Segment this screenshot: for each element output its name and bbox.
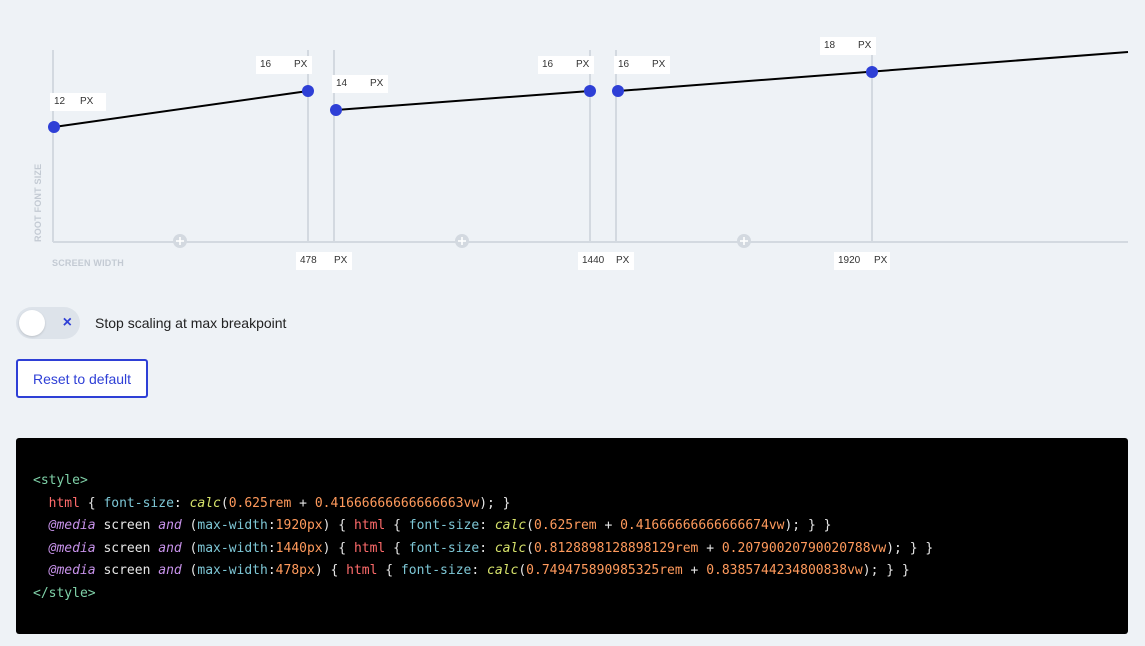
generated-css-code-block[interactable]: <style> html { font-size: calc(0.625rem … (16, 438, 1128, 634)
code-media-feature: max-width (197, 563, 268, 578)
code-operator: + (706, 540, 715, 556)
breakpoint-value: 478 (300, 255, 317, 266)
font-size-value: 16 (618, 59, 630, 70)
font-size-input[interactable]: 16 PX (614, 56, 670, 74)
unit-label: PX (576, 59, 590, 70)
scale-point-handle[interactable] (302, 85, 314, 97)
code-value: 478px (275, 563, 315, 578)
code-operator: + (604, 518, 613, 533)
code-line: <style> (33, 470, 1111, 493)
code-media-type: screen (103, 518, 151, 533)
breakpoint-width-input[interactable]: 1920 PX (834, 252, 890, 270)
font-size-input[interactable]: 16 PX (538, 56, 594, 74)
code-at-rule: @media (48, 540, 96, 556)
code-operator: + (299, 495, 307, 511)
font-size-value: 12 (54, 96, 66, 107)
x-axis-label: SCREEN WIDTH (52, 258, 124, 268)
code-keyword: and (158, 518, 182, 533)
unit-label: PX (652, 59, 666, 70)
unit-label: PX (80, 96, 94, 107)
scale-point-handle[interactable] (48, 121, 60, 133)
code-value: 0.41666666666666663vw (314, 495, 480, 511)
font-size-input[interactable]: 16 PX (256, 56, 312, 74)
code-value: 0.749475890985325rem (526, 563, 683, 578)
breakpoint-width-input[interactable]: 478 PX (296, 252, 352, 270)
code-value: 1440px (275, 540, 323, 556)
stop-scaling-toggle-row: × Stop scaling at max breakpoint (16, 307, 286, 339)
code-media-feature: max-width (197, 540, 268, 556)
code-media-feature: max-width (197, 518, 268, 533)
scale-point-handle[interactable] (584, 85, 596, 97)
scale-segment (335, 90, 591, 111)
code-function: calc (189, 495, 221, 511)
font-size-input[interactable]: 18 PX (820, 37, 876, 55)
code-line: </style> (33, 583, 1111, 606)
code-line: @media screen and (max-width:478px) { ht… (48, 563, 910, 578)
font-size-value: 18 (824, 40, 836, 51)
code-function: calc (494, 518, 527, 533)
code-property: font-size (408, 518, 480, 533)
toggle-knob[interactable] (19, 310, 45, 336)
code-operator: + (690, 563, 699, 578)
font-scale-graph[interactable]: ROOT FONT SIZE SCREEN WIDTH 12 PX 16 PX 14… (0, 0, 1145, 280)
code-selector: html (353, 540, 386, 556)
plus-circle-icon[interactable] (455, 234, 469, 248)
code-value: 0.41666666666666674vw (620, 518, 785, 533)
unit-label: PX (294, 59, 308, 70)
code-property: font-size (103, 495, 174, 511)
code-media-type: screen (103, 540, 151, 556)
code-value: 0.625rem (534, 518, 597, 533)
code-open-tag: <style> (33, 473, 88, 488)
code-selector: html (353, 518, 386, 533)
scale-point-handle[interactable] (330, 104, 342, 116)
code-media-type: screen (103, 563, 151, 578)
breakpoint-value: 1440 (582, 255, 605, 266)
code-selector: html (48, 495, 80, 511)
reset-to-default-button[interactable]: Reset to default (16, 359, 148, 398)
scale-point-handle[interactable] (866, 66, 878, 78)
unit-label: PX (334, 255, 348, 266)
font-size-value: 16 (542, 59, 554, 70)
graph-canvas[interactable] (0, 0, 1145, 280)
unit-label: PX (370, 78, 384, 89)
unit-label: PX (874, 255, 888, 266)
plus-circle-icon[interactable] (173, 234, 187, 248)
code-value: 0.625rem (228, 495, 292, 511)
code-at-rule: @media (48, 518, 96, 533)
code-line: @media screen and (max-width:1920px) { h… (48, 518, 832, 533)
code-value: 0.20790020790020788vw (721, 540, 887, 556)
code-close-tag: </style> (33, 585, 96, 601)
code-keyword: and (158, 563, 182, 578)
scale-point-handle[interactable] (612, 85, 624, 97)
breakpoint-width-input[interactable]: 1440 PX (578, 252, 634, 270)
code-function: calc (494, 540, 527, 556)
code-selector: html (346, 563, 378, 578)
font-size-value: 14 (336, 78, 348, 89)
unit-label: PX (858, 40, 872, 51)
font-size-value: 16 (260, 59, 272, 70)
code-line: @media screen and (max-width:1440px) { h… (48, 540, 934, 556)
code-keyword: and (158, 540, 182, 556)
y-axis-label: ROOT FONT SIZE (33, 163, 43, 242)
plus-circle-icon[interactable] (737, 234, 751, 248)
code-function: calc (487, 563, 519, 578)
stop-scaling-label: Stop scaling at max breakpoint (95, 315, 287, 331)
code-line: html { font-size: calc(0.625rem + 0.4166… (48, 495, 511, 511)
code-at-rule: @media (48, 563, 96, 578)
stop-scaling-toggle[interactable]: × (16, 307, 80, 339)
code-value: 1920px (275, 518, 323, 533)
font-size-input[interactable]: 14 PX (332, 75, 388, 93)
code-value: 0.8385744234800838vw (706, 563, 863, 578)
font-size-input[interactable]: 12 PX (50, 93, 106, 111)
breakpoint-value: 1920 (838, 255, 861, 266)
code-property: font-size (400, 563, 472, 578)
close-icon: × (62, 314, 72, 331)
code-value: 0.8128898128898129rem (534, 540, 699, 556)
code-property: font-size (408, 540, 480, 556)
unit-label: PX (616, 255, 630, 266)
